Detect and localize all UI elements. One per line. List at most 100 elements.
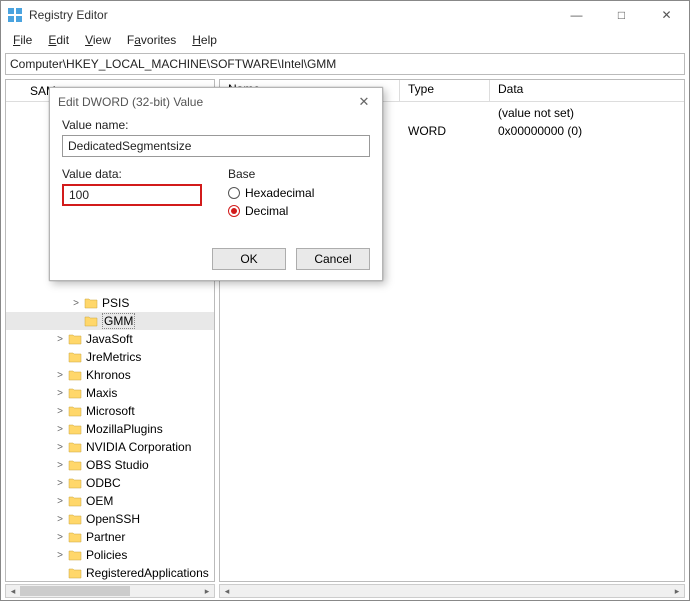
cancel-button[interactable]: Cancel	[296, 248, 370, 270]
tree-node-label: RegisteredApplications	[86, 566, 209, 580]
address-bar[interactable]: Computer\HKEY_LOCAL_MACHINE\SOFTWARE\Int…	[5, 53, 685, 75]
value-name-label: Value name:	[62, 118, 370, 132]
tree-node-label: Microsoft	[86, 404, 135, 418]
tree-node-label: OEM	[86, 494, 113, 508]
radio-dec-label: Decimal	[245, 204, 288, 218]
radio-decimal[interactable]: Decimal	[228, 202, 370, 220]
menubar: File Edit View Favorites Help	[1, 29, 689, 51]
dialog-button-row: OK Cancel	[212, 248, 370, 270]
radio-hex-label: Hexadecimal	[245, 186, 314, 200]
tree-node-nvidia-corporation[interactable]: >NVIDIA Corporation	[6, 438, 214, 456]
folder-icon	[84, 315, 98, 327]
menu-help[interactable]: Help	[184, 33, 225, 47]
scroll-left-icon[interactable]: ◂	[6, 585, 20, 597]
tree-node-label: Khronos	[86, 368, 131, 382]
window-title: Registry Editor	[29, 8, 554, 22]
tree-node-maxis[interactable]: >Maxis	[6, 384, 214, 402]
scroll-right-icon[interactable]: ▸	[200, 585, 214, 597]
tree-node-label: MozillaPlugins	[86, 422, 163, 436]
value-name-field[interactable]	[62, 135, 370, 157]
dialog-title-text: Edit DWORD (32-bit) Value	[58, 95, 354, 109]
value-data-label: Value data:	[62, 167, 212, 181]
close-button[interactable]: ✕	[644, 1, 689, 29]
tree-node-label: JavaSoft	[86, 332, 133, 346]
folder-icon	[68, 369, 82, 381]
radio-dot-icon	[228, 187, 240, 199]
tree-node-microsoft[interactable]: > Microsoft	[6, 402, 214, 420]
address-text: Computer\HKEY_LOCAL_MACHINE\SOFTWARE\Int…	[10, 57, 336, 71]
folder-icon	[68, 405, 82, 417]
expander-icon[interactable]: >	[54, 459, 66, 471]
list-col-data[interactable]: Data	[490, 80, 684, 101]
folder-icon	[68, 351, 82, 363]
expander-icon[interactable]: >	[70, 297, 82, 309]
expander-icon[interactable]: >	[54, 333, 66, 345]
expander-icon[interactable]: >	[54, 369, 66, 381]
scroll-right-icon[interactable]: ▸	[670, 585, 684, 597]
tree-node-odbc[interactable]: > ODBC	[6, 474, 214, 492]
list-cell-type: WORD	[400, 124, 490, 138]
tree-node-javasoft[interactable]: > JavaSoft	[6, 330, 214, 348]
tree-node-label: Partner	[86, 530, 125, 544]
list-cell-data: (value not set)	[490, 106, 684, 120]
expander-icon[interactable]: >	[54, 513, 66, 525]
dialog-titlebar[interactable]: Edit DWORD (32-bit) Value ✕	[50, 88, 382, 116]
tree-node-label: PSIS	[102, 296, 129, 310]
expander-icon[interactable]	[70, 315, 82, 327]
value-data-field[interactable]	[62, 184, 202, 206]
folder-icon	[68, 495, 82, 507]
menu-edit[interactable]: Edit	[40, 33, 77, 47]
tree-node-label: ODBC	[86, 476, 121, 490]
expander-icon[interactable]: >	[54, 549, 66, 561]
folder-icon	[68, 387, 82, 399]
menu-view[interactable]: View	[77, 33, 119, 47]
expander-icon[interactable]	[54, 567, 66, 579]
folder-icon	[68, 477, 82, 489]
ok-button[interactable]: OK	[212, 248, 286, 270]
expander-icon[interactable]: >	[54, 531, 66, 543]
minimize-button[interactable]: —	[554, 1, 599, 29]
menu-file[interactable]: File	[5, 33, 40, 47]
list-col-type[interactable]: Type	[400, 80, 490, 101]
expander-icon[interactable]: >	[54, 477, 66, 489]
expander-icon[interactable]: >	[54, 495, 66, 507]
tree-node-label: Policies	[86, 548, 127, 562]
tree-node-obs-studio[interactable]: >OBS Studio	[6, 456, 214, 474]
tree-node-policies[interactable]: > Policies	[6, 546, 214, 564]
radio-hexadecimal[interactable]: Hexadecimal	[228, 184, 370, 202]
tree-hscroll[interactable]: ◂ ▸	[5, 584, 215, 598]
titlebar: Registry Editor — □ ✕	[1, 1, 689, 29]
folder-icon	[68, 423, 82, 435]
tree-node-oem[interactable]: > OEM	[6, 492, 214, 510]
radio-dot-icon	[228, 205, 240, 217]
menu-favorites[interactable]: Favorites	[119, 33, 184, 47]
folder-icon	[68, 531, 82, 543]
tree-node-registeredapplications[interactable]: RegisteredApplications	[6, 564, 214, 581]
folder-icon	[68, 549, 82, 561]
folder-icon	[68, 567, 82, 579]
scroll-left-icon[interactable]: ◂	[220, 585, 234, 597]
folder-icon	[68, 459, 82, 471]
dialog-close-button[interactable]: ✕	[354, 94, 374, 110]
edit-dword-dialog: Edit DWORD (32-bit) Value ✕ Value name: …	[49, 87, 383, 281]
tree-scroll-thumb[interactable]	[20, 586, 130, 596]
list-cell-data: 0x00000000 (0)	[490, 124, 684, 138]
tree-node-partner[interactable]: > Partner	[6, 528, 214, 546]
folder-icon	[68, 513, 82, 525]
maximize-button[interactable]: □	[599, 1, 644, 29]
tree-node-jremetrics[interactable]: JreMetrics	[6, 348, 214, 366]
tree-node-openssh[interactable]: > OpenSSH	[6, 510, 214, 528]
expander-icon[interactable]: >	[54, 405, 66, 417]
dialog-body: Value name: Value data: Base Hexadecimal…	[50, 116, 382, 230]
tree-node-mozillaplugins[interactable]: > MozillaPlugins	[6, 420, 214, 438]
expander-icon[interactable]: >	[54, 441, 66, 453]
list-hscroll[interactable]: ◂ ▸	[219, 584, 685, 598]
expander-icon[interactable]: >	[54, 387, 66, 399]
expander-icon[interactable]	[54, 351, 66, 363]
tree-node-gmm[interactable]: GMM	[6, 312, 214, 330]
tree-node-khronos[interactable]: > Khronos	[6, 366, 214, 384]
tree-node-label: GMM	[102, 313, 135, 329]
tree-node-label: OpenSSH	[86, 512, 140, 526]
tree-node-psis[interactable]: > PSIS	[6, 294, 214, 312]
expander-icon[interactable]: >	[54, 423, 66, 435]
